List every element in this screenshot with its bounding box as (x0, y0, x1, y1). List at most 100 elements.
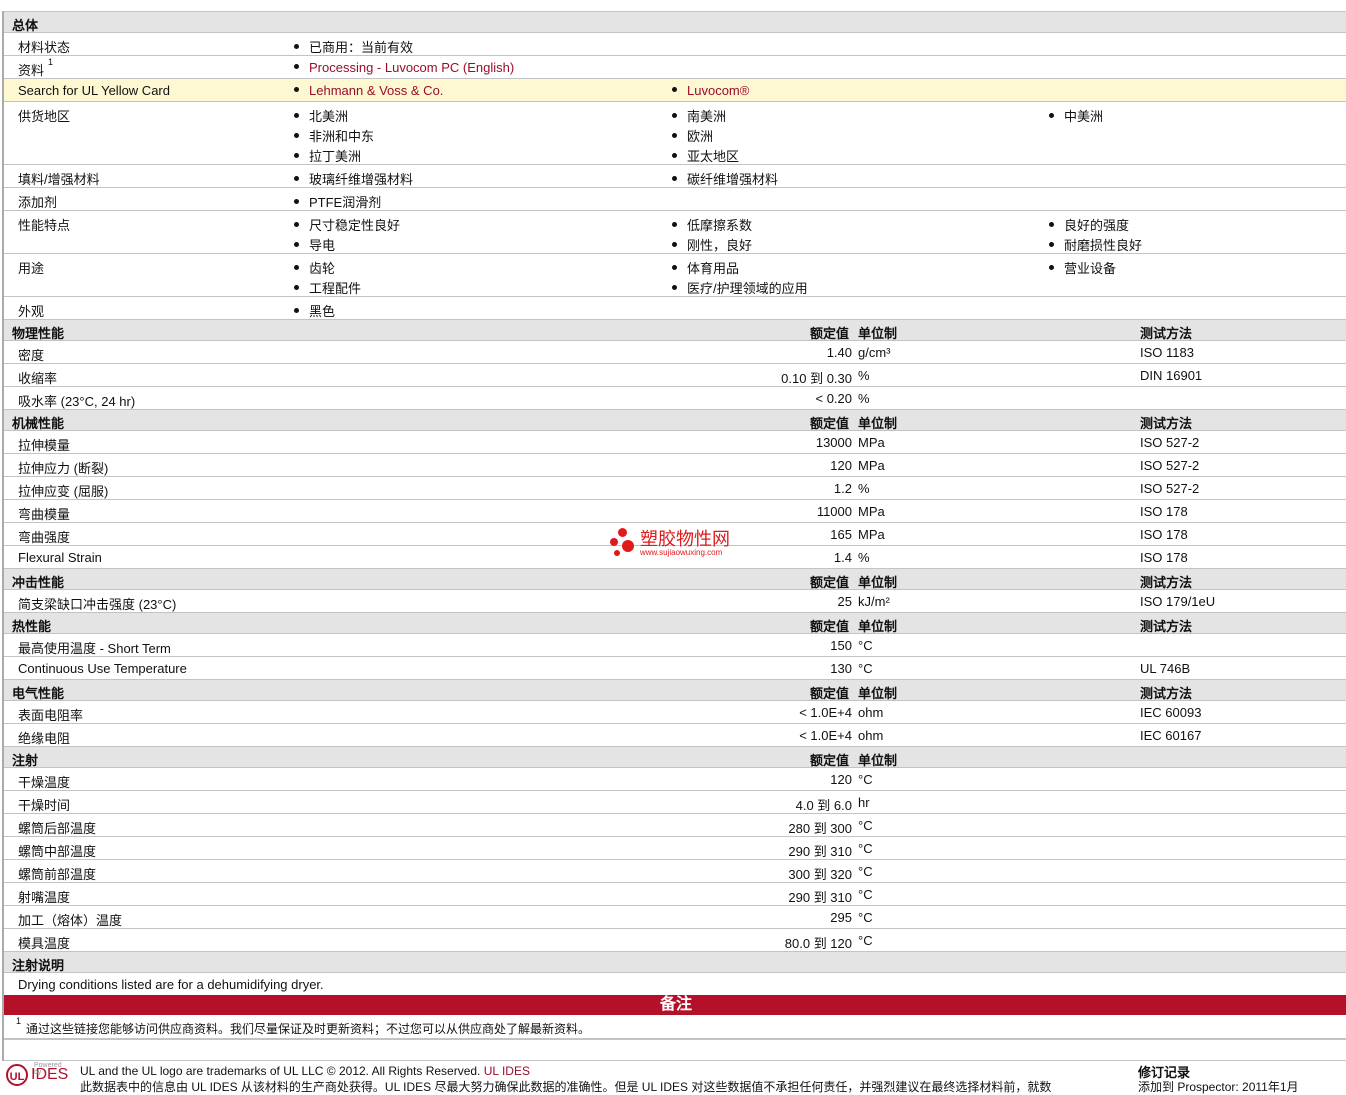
list-item-text: PTFE润滑剂 (309, 195, 382, 210)
value-column: 玻璃纤维增强材料 (294, 169, 413, 189)
footnote-marker: 1 (16, 1016, 22, 1026)
property-row: 模具温度 80.0 到 120 °C (4, 928, 1346, 951)
property-label: 添加剂 (18, 195, 58, 210)
test-method: ISO 527-2 (1140, 458, 1200, 473)
property-value: < 1.0E+4 (799, 705, 852, 720)
footnote-row: 1 通过这些链接您能够访问供应商资料。我们尽量保证及时更新资料；不过您可以从供应商… (4, 1015, 1346, 1039)
property-unit: MPa (858, 527, 885, 542)
property-value: 165 (830, 527, 852, 542)
list-item: 工程配件 (294, 278, 361, 298)
property-value: 25 (837, 594, 852, 609)
test-method: DIN 16901 (1140, 368, 1203, 383)
property-unit: °C (858, 864, 873, 879)
test-method: ISO 527-2 (1140, 435, 1200, 450)
test-method: ISO 178 (1140, 527, 1188, 542)
value-column: Luvocom® (672, 83, 749, 103)
property-label: 螺筒后部温度 (18, 821, 97, 836)
list-item: 北美洲 (294, 106, 374, 126)
property-label: 弯曲模量 (18, 507, 71, 522)
value-column: 黑色 (294, 301, 335, 321)
list-item: 拉丁美洲 (294, 146, 374, 166)
list-item: 黑色 (294, 301, 335, 321)
ul-ides-link[interactable]: UL IDES (484, 1064, 530, 1078)
section-header: 注射 额定值 单位制 (4, 746, 1346, 768)
section-general: 总体 (4, 11, 1346, 33)
list-item: 导电 (294, 235, 400, 255)
ul-logo: UL (6, 1064, 28, 1086)
property-row: 填料/增强材料 玻璃纤维增强材料 碳纤维增强材料 (4, 164, 1346, 187)
supplier-link[interactable]: Processing - Luvocom PC (English) (309, 60, 514, 75)
property-unit: hr (858, 795, 870, 810)
property-value: 1.2 (833, 481, 852, 496)
property-row: 资料 1 Processing - Luvocom PC (English) (4, 55, 1346, 78)
property-label: 拉伸模量 (18, 438, 71, 453)
value-column: 南美洲 欧洲 亚太地区 (672, 106, 739, 166)
list-item-text: 良好的强度 (1064, 218, 1130, 233)
list-item: 亚太地区 (672, 146, 739, 166)
property-label: 填料/增强材料 (18, 172, 100, 187)
property-label: Flexural Strain (18, 550, 102, 565)
value-column: 体育用品 医疗/护理领域的应用 (672, 258, 808, 298)
list-item-text: 耐磨损性良好 (1064, 238, 1143, 253)
test-method: ISO 527-2 (1140, 481, 1200, 496)
property-value: 130 (830, 661, 852, 676)
property-label: 材料状态 (18, 40, 71, 55)
value-column: 营业设备 (1049, 258, 1116, 278)
list-item-text: 尺寸稳定性良好 (309, 218, 401, 233)
property-unit: °C (858, 818, 873, 833)
property-value: 1.4 (833, 550, 852, 565)
list-item: PTFE润滑剂 (294, 192, 381, 212)
footnote-text: 通过这些链接您能够访问供应商资料。我们尽量保证及时更新资料；不过您可以从供应商处… (26, 1022, 591, 1036)
property-row: 简支梁缺口冲击强度 (23°C) 25 kJ/m² ISO 179/1eU (4, 589, 1346, 612)
property-row: 绝缘电阻 < 1.0E+4 ohm IEC 60167 (4, 723, 1346, 746)
property-value: < 1.0E+4 (799, 728, 852, 743)
list-item-text: 玻璃纤维增强材料 (309, 172, 414, 187)
property-value: 13000 (815, 435, 852, 450)
value-column: PTFE润滑剂 (294, 192, 381, 212)
property-unit: MPa (858, 458, 885, 473)
property-unit: % (858, 550, 870, 565)
section-header: 机械性能 额定值 单位制 测试方法 (4, 409, 1346, 431)
property-row: 用途 齿轮 工程配件 体育用品 医疗/护理领域的应用 营业设备 (4, 253, 1346, 296)
property-label: 密度 (18, 348, 45, 363)
watermark-dots-icon (610, 528, 636, 558)
property-unit: MPa (858, 504, 885, 519)
property-row: 加工（熔体）温度 295 °C (4, 905, 1346, 928)
watermark-logo: 塑胶物性网 www.sujiaowuxing.com (610, 528, 730, 558)
property-unit: % (858, 368, 870, 383)
property-row: Continuous Use Temperature 130 °C UL 746B (4, 656, 1346, 679)
list-item: 耐磨损性良好 (1049, 235, 1142, 255)
test-method: ISO 178 (1140, 550, 1188, 565)
test-method: ISO 1183 (1140, 345, 1194, 360)
list-item: 医疗/护理领域的应用 (672, 278, 808, 298)
test-method: IEC 60093 (1140, 705, 1202, 720)
list-item: 齿轮 (294, 258, 361, 278)
disclaimer-text: 此数据表中的信息由 UL IDES 从该材料的生产商处获得。UL IDES 尽最… (80, 1080, 1052, 1094)
property-label: 性能特点 (18, 218, 71, 233)
property-value: 1.40 (826, 345, 852, 360)
value-column: 已商用：当前有效 (294, 37, 413, 57)
value-column: 良好的强度耐磨损性良好 (1049, 215, 1142, 255)
property-row: 吸水率 (23°C, 24 hr) < 0.20% (4, 386, 1346, 409)
property-label: 弯曲强度 (18, 530, 71, 545)
property-unit: g/cm³ (858, 345, 891, 360)
value-column: 北美洲 非洲和中东 拉丁美洲 (294, 106, 374, 166)
list-item: 非洲和中东 (294, 126, 374, 146)
property-label[interactable]: Search for UL Yellow Card (18, 83, 170, 98)
property-label: 加工（熔体）温度 (18, 913, 123, 928)
property-value: 120 (830, 772, 852, 787)
value-column: 碳纤维增强材料 (672, 169, 778, 189)
property-unit: °C (858, 887, 873, 902)
property-label: 简支梁缺口冲击强度 (23°C) (18, 597, 177, 612)
property-value: 290 到 310 (788, 890, 852, 905)
supplier-link[interactable]: Lehmann & Voss & Co. (309, 83, 443, 98)
list-item-text: 导电 (309, 238, 336, 253)
supplier-link[interactable]: Luvocom® (687, 83, 749, 98)
test-method: UL 746B (1140, 661, 1191, 676)
section-injection-notes: 注射说明 (4, 951, 1346, 973)
list-item: 中美洲 (1049, 106, 1103, 126)
property-label: 螺筒中部温度 (18, 844, 97, 859)
property-row: 外观 黑色 (4, 296, 1346, 319)
property-row: 添加剂 PTFE润滑剂 (4, 187, 1346, 210)
value-column: Lehmann & Voss & Co. (294, 83, 443, 103)
